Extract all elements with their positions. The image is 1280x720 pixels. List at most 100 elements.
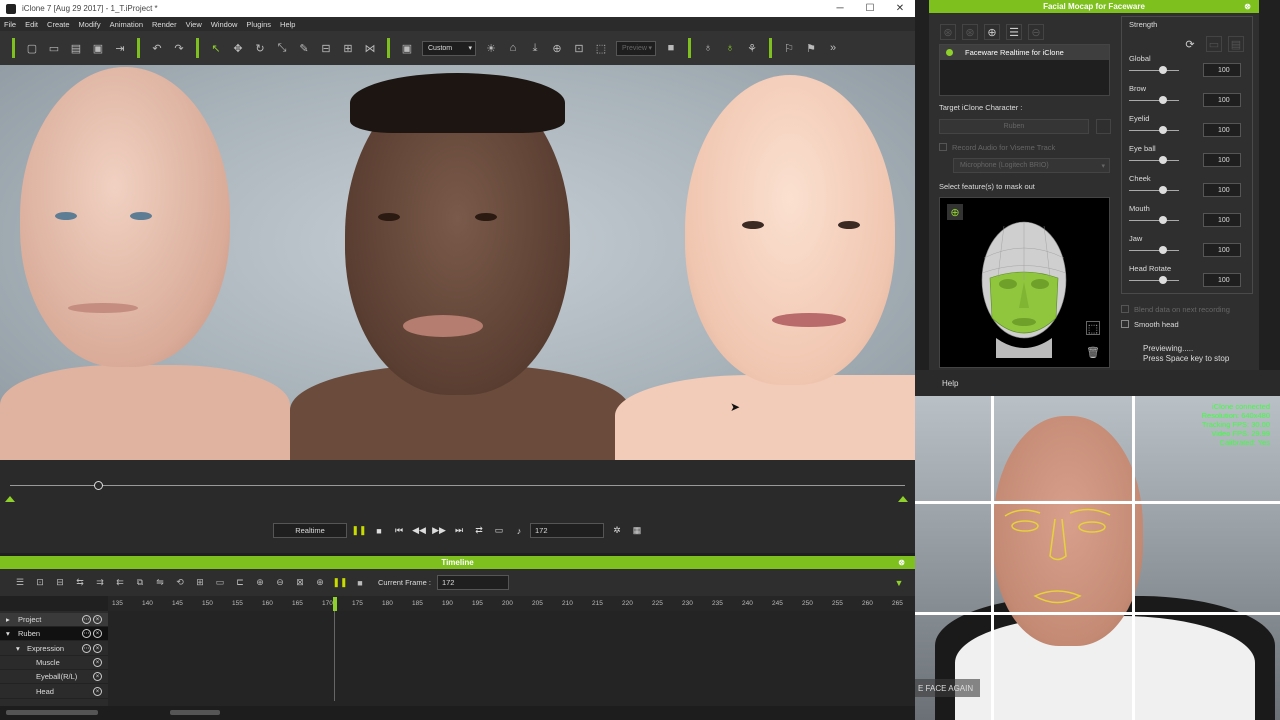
strength-slider-track[interactable] (1129, 280, 1179, 281)
menu-window[interactable]: Window (211, 20, 238, 29)
redo-icon[interactable]: ↷ (169, 38, 189, 58)
pick-character-icon[interactable] (1096, 119, 1111, 134)
strength-slider-track[interactable] (1129, 130, 1179, 131)
scrollbar-thumb[interactable] (170, 710, 220, 715)
merge-icon[interactable]: ⊞ (191, 573, 209, 593)
zoom-icon[interactable]: ⊕ (311, 573, 329, 593)
menu-modify[interactable]: Modify (79, 20, 101, 29)
range-end-marker-icon[interactable] (898, 496, 908, 502)
minimize-icon[interactable]: ─ (825, 0, 855, 17)
load-preset-icon[interactable]: ▭ (1206, 36, 1222, 52)
light-icon[interactable]: ☀ (481, 38, 501, 58)
strength-value-input[interactable]: 100 (1203, 93, 1241, 107)
viewport-icon[interactable]: ▣ (397, 38, 417, 58)
timeline-ruler[interactable]: 135 140 145 150 155 160 165 170 175 180 185 190 195 2… (108, 596, 915, 611)
expand-arrow-icon[interactable]: ▾ (16, 644, 20, 653)
sequence-icon[interactable]: ⊠ (291, 573, 309, 593)
strength-value-input[interactable]: 100 (1203, 213, 1241, 227)
mask-zoom-icon[interactable]: ⬚ (1086, 321, 1100, 335)
pause-icon[interactable]: ❚❚ (351, 523, 367, 538)
fit-icon[interactable]: ⤓ (525, 38, 545, 58)
strength-value-input[interactable]: 100 (1203, 63, 1241, 77)
go-to-end-icon[interactable]: ⏭ (451, 523, 467, 538)
delete-key-icon[interactable]: ⇇ (111, 573, 129, 593)
device-list-icon[interactable]: ☰ (1006, 24, 1022, 40)
strength-slider-track[interactable] (1129, 160, 1179, 161)
track-row-project[interactable]: ▸ Project ⋯ × (0, 613, 108, 627)
strength-value-input[interactable]: 100 (1203, 243, 1241, 257)
timeline-horizontal-scrollbar[interactable] (0, 706, 915, 720)
new-file-icon[interactable]: ▢ (22, 38, 42, 58)
timeline-options-icon[interactable]: ▼ (890, 573, 908, 593)
scrollbar-thumb[interactable] (6, 710, 98, 715)
track-menu-icon[interactable]: ⋯ (82, 629, 91, 638)
strength-slider-knob[interactable] (1159, 246, 1167, 254)
align-icon[interactable]: ⊟ (316, 38, 336, 58)
track-menu-icon[interactable]: ⋯ (82, 644, 91, 653)
strength-slider-knob[interactable] (1159, 66, 1167, 74)
mask-select-icon[interactable]: ⊕ (947, 204, 963, 220)
strength-slider-knob[interactable] (1159, 96, 1167, 104)
break-clip-icon[interactable]: ⇆ (71, 573, 89, 593)
strength-slider-knob[interactable] (1159, 126, 1167, 134)
save-preset-icon[interactable]: ▤ (1228, 36, 1244, 52)
menu-view[interactable]: View (186, 20, 202, 29)
settings-gear-icon[interactable]: ✲ (609, 523, 625, 538)
realtime-dropdown[interactable]: Realtime (273, 523, 347, 538)
undo-icon[interactable]: ↶ (147, 38, 167, 58)
track-row-ruben[interactable]: ▾ Ruben ⋯ × (0, 627, 108, 641)
trim-icon[interactable]: ⊏ (231, 573, 249, 593)
menu-edit[interactable]: Edit (25, 20, 38, 29)
subtitle-icon[interactable]: ▭ (491, 523, 507, 538)
track-menu-icon[interactable]: ⋯ (82, 615, 91, 624)
reset-strength-icon[interactable]: ⟳ (1182, 36, 1198, 52)
panel-close-icon[interactable]: ⊗ (1244, 2, 1251, 11)
home-icon[interactable]: ⌂ (503, 38, 523, 58)
range-start-marker-icon[interactable] (5, 496, 15, 502)
menu-plugins[interactable]: Plugins (246, 20, 271, 29)
expand-arrow-icon[interactable]: ▾ (6, 629, 10, 638)
frame-slider-track[interactable] (10, 485, 905, 486)
snap-icon[interactable]: ⊞ (338, 38, 358, 58)
strength-slider-track[interactable] (1129, 70, 1179, 71)
remove-track-icon[interactable]: ⊖ (271, 573, 289, 593)
connect-icon[interactable]: ⊛ (940, 24, 956, 40)
expand-arrow-icon[interactable]: ▸ (6, 615, 10, 624)
export-icon[interactable]: ⇥ (110, 38, 130, 58)
track-row-expression[interactable]: ▾ Expression ⋯ × (0, 642, 108, 656)
collect-clip-icon[interactable]: ⊡ (31, 573, 49, 593)
track-list-icon[interactable]: ☰ (11, 573, 29, 593)
target-character-field[interactable]: Ruben (939, 119, 1089, 134)
track-close-icon[interactable]: × (93, 615, 102, 624)
menu-render[interactable]: Render (152, 20, 177, 29)
current-frame-input[interactable]: 172 (436, 575, 509, 590)
track-row-head[interactable]: Head × (0, 685, 108, 699)
strength-slider-track[interactable] (1129, 220, 1179, 221)
track-close-icon[interactable]: × (93, 672, 102, 681)
copy-icon[interactable]: ⧉ (131, 573, 149, 593)
3d-viewport[interactable]: ➤ (0, 65, 915, 460)
sync-icon[interactable]: ⟲ (171, 573, 189, 593)
mask-feature-viewer[interactable]: ⊕ ⬚ 🗑 (939, 197, 1110, 368)
strength-slider-knob[interactable] (1159, 276, 1167, 284)
microphone-select[interactable]: Microphone (Logitech BRIO) ▾ (953, 158, 1110, 173)
more-icon[interactable]: » (823, 38, 843, 58)
timeline-pause-icon[interactable]: ❚❚ (331, 573, 349, 593)
frame-icon[interactable]: ⬚ (591, 38, 611, 58)
rotate-icon[interactable]: ↻ (250, 38, 270, 58)
audio-icon[interactable]: ♪ (511, 523, 527, 538)
device-list-item[interactable]: Faceware Realtime for iClone (940, 45, 1109, 60)
camera-combo[interactable]: Custom ▾ (422, 40, 476, 56)
strength-value-input[interactable]: 100 (1203, 273, 1241, 287)
remove-device-icon[interactable]: ⊖ (1028, 24, 1044, 40)
timeline-stop-icon[interactable]: ■ (351, 573, 369, 593)
open-folder-icon[interactable]: ▭ (44, 38, 64, 58)
strength-slider-track[interactable] (1129, 190, 1179, 191)
flip-icon[interactable]: ⇋ (151, 573, 169, 593)
track-row-eyeball[interactable]: Eyeball(R/L) × (0, 670, 108, 684)
track-close-icon[interactable]: × (93, 629, 102, 638)
import-icon[interactable]: ▣ (88, 38, 108, 58)
filter-icon[interactable]: ⊟ (51, 573, 69, 593)
track-close-icon[interactable]: × (93, 644, 102, 653)
go-to-start-icon[interactable]: ⏮ (391, 523, 407, 538)
